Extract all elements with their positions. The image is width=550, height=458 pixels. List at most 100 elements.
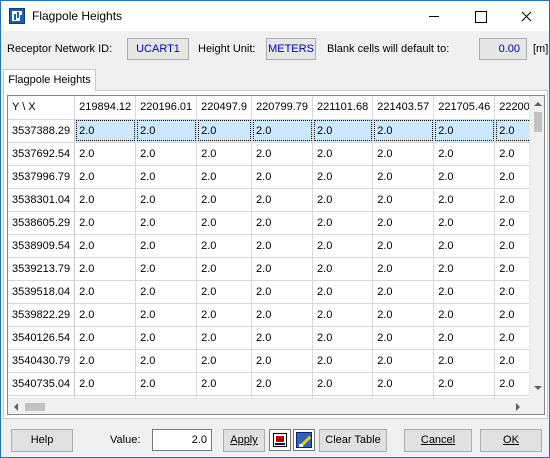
table-row[interactable]: 3537692.542.02.02.02.02.02.02.02.02. [8,142,529,166]
table-cell[interactable]: 2.0 [196,349,253,373]
table-row[interactable]: 3538909.542.02.02.02.02.02.02.02.02. [8,234,529,258]
table-cell[interactable]: 2.0 [135,257,198,281]
scroll-right-icon[interactable] [516,403,520,411]
table-cell[interactable]: 2.0 [494,211,529,235]
table-cell[interactable]: 2.0 [135,326,198,350]
table-row[interactable]: 3539213.792.02.02.02.02.02.02.02.02. [8,257,529,281]
table-cell[interactable]: 2.0 [135,303,198,327]
row-header[interactable]: 3538605.29 [8,211,76,235]
table-cell[interactable]: 2.0 [312,257,374,281]
table-cell[interactable]: 2.0 [74,119,137,143]
table-cell[interactable]: 2.0 [251,303,314,327]
table-row[interactable]: 3540735.04 2.0 2.0 2.0 2.0 2.0 2.0 2.0 2.0 [8,372,529,396]
table-cell[interactable]: 2.0 [433,119,496,143]
table-cell[interactable]: 2.0 [135,119,198,143]
table-cell[interactable]: 2.0 [312,188,374,212]
row-header[interactable]: 3539518.04 [8,280,76,304]
table-cell[interactable]: 2.0 [433,211,496,235]
table-cell[interactable]: 2.0 [372,119,435,143]
blank-cells-default-field[interactable]: 0.00 [479,38,527,60]
table-cell[interactable]: 2.0 [135,165,198,189]
table-cell[interactable]: 2.0 [135,280,198,304]
table-cell[interactable]: 2.0 [251,119,314,143]
table-cell[interactable]: 2.0 [135,211,198,235]
table-cell[interactable]: 2.0 [433,303,496,327]
table-cell[interactable]: 2.0 [74,372,137,396]
table-row[interactable]: 3540126.542.02.02.02.02.02.02.02.02. [8,326,529,350]
print-button[interactable] [269,429,291,451]
vertical-scrollbar[interactable] [529,96,544,398]
table-cell[interactable]: 2.0 [372,142,435,166]
row-header[interactable]: 3537692.54 [8,142,76,166]
ok-button[interactable]: OK [480,429,542,452]
table-cell[interactable]: 2.0 [251,326,314,350]
table-cell[interactable]: 2.0 [74,349,137,373]
table-cell[interactable]: 2.0 [312,326,374,350]
apply-button[interactable]: Apply [223,429,265,452]
table-cell[interactable]: 2.0 [312,280,374,304]
table-cell[interactable]: 2.0 [135,188,198,212]
table-cell[interactable]: 2.0 [251,257,314,281]
close-icon[interactable] [503,1,549,31]
table-cell[interactable]: 2.0 [494,142,529,166]
table-cell[interactable]: 2.0 [494,119,529,143]
table-cell[interactable]: 2.0 [372,188,435,212]
scroll-left-icon[interactable] [14,403,18,411]
table-cell[interactable]: 2.0 [74,211,137,235]
column-header[interactable]: 220196.01 [135,96,198,120]
table-cell[interactable]: 2.0 [74,280,137,304]
receptor-network-id-field[interactable]: UCART1 [127,38,189,60]
table-cell[interactable]: 2.0 [494,372,529,396]
table-cell[interactable]: 2.0 [251,234,314,258]
table-cell[interactable]: 2.0 [74,188,137,212]
table-cell[interactable]: 2.0 [494,257,529,281]
table-cell[interactable]: 2.0 [196,280,253,304]
table-cell[interactable]: 2.0 [196,188,253,212]
table-cell[interactable]: 2.0 [494,349,529,373]
horizontal-scroll-thumb[interactable] [25,403,45,411]
table-cell[interactable]: 2.0 [312,372,374,396]
column-header[interactable]: 221403.57 [372,96,435,120]
table-row[interactable]: 3537388.292.02.02.02.02.02.02.02.02. [8,119,529,143]
table-cell[interactable]: 2.0 [251,280,314,304]
table-cell[interactable]: 2.0 [433,188,496,212]
table-cell[interactable]: 2.0 [312,211,374,235]
table-cell[interactable]: 2.0 [372,257,435,281]
table-cell[interactable]: 2.0 [196,119,253,143]
value-input[interactable]: 2.0 [152,429,212,451]
help-button[interactable]: Help [11,429,73,452]
cancel-button[interactable]: Cancel [404,429,472,452]
table-cell[interactable]: 2.0 [74,165,137,189]
table-cell[interactable]: 2.0 [251,165,314,189]
table-cell[interactable]: 2.0 [312,119,374,143]
table-cell[interactable]: 2.0 [494,165,529,189]
table-cell[interactable]: 2.0 [494,280,529,304]
table-cell[interactable]: 2.0 [74,326,137,350]
row-header[interactable]: 3540735.04 [8,372,76,396]
table-cell[interactable]: 2.0 [74,257,137,281]
table-cell[interactable]: 2.0 [135,234,198,258]
table-cell[interactable]: 2.0 [372,211,435,235]
row-header[interactable]: 3538909.54 [8,234,76,258]
column-header[interactable]: 222007.35 [494,96,529,120]
table-cell[interactable]: 2.0 [196,165,253,189]
table-cell[interactable]: 2.0 [251,372,314,396]
table-cell[interactable]: 2.0 [251,142,314,166]
table-row[interactable]: 3540430.792.02.02.02.02.02.02.02.02. [8,349,529,373]
table-cell[interactable]: 2.0 [372,234,435,258]
table-cell[interactable]: 2.0 [372,165,435,189]
table-row[interactable]: 3537996.792.02.02.02.02.02.02.02.02. [8,165,529,189]
row-header[interactable]: 3538301.04 [8,188,76,212]
maximize-icon[interactable] [457,1,503,31]
table-cell[interactable]: 2.0 [196,372,253,396]
table-cell[interactable]: 2.0 [251,349,314,373]
column-header[interactable]: 221101.68 [312,96,374,120]
table-cell[interactable]: 2.0 [196,234,253,258]
table-cell[interactable]: 2.0 [251,211,314,235]
row-header[interactable]: 3539822.29 [8,303,76,327]
table-cell[interactable]: 2.0 [196,303,253,327]
table-row[interactable]: 3538605.292.02.02.02.02.02.02.02.02. [8,211,529,235]
row-header[interactable]: 3537388.29 [8,119,76,143]
table-cell[interactable]: 2.0 [74,142,137,166]
tab-flagpole-heights[interactable]: Flagpole Heights [3,69,96,91]
